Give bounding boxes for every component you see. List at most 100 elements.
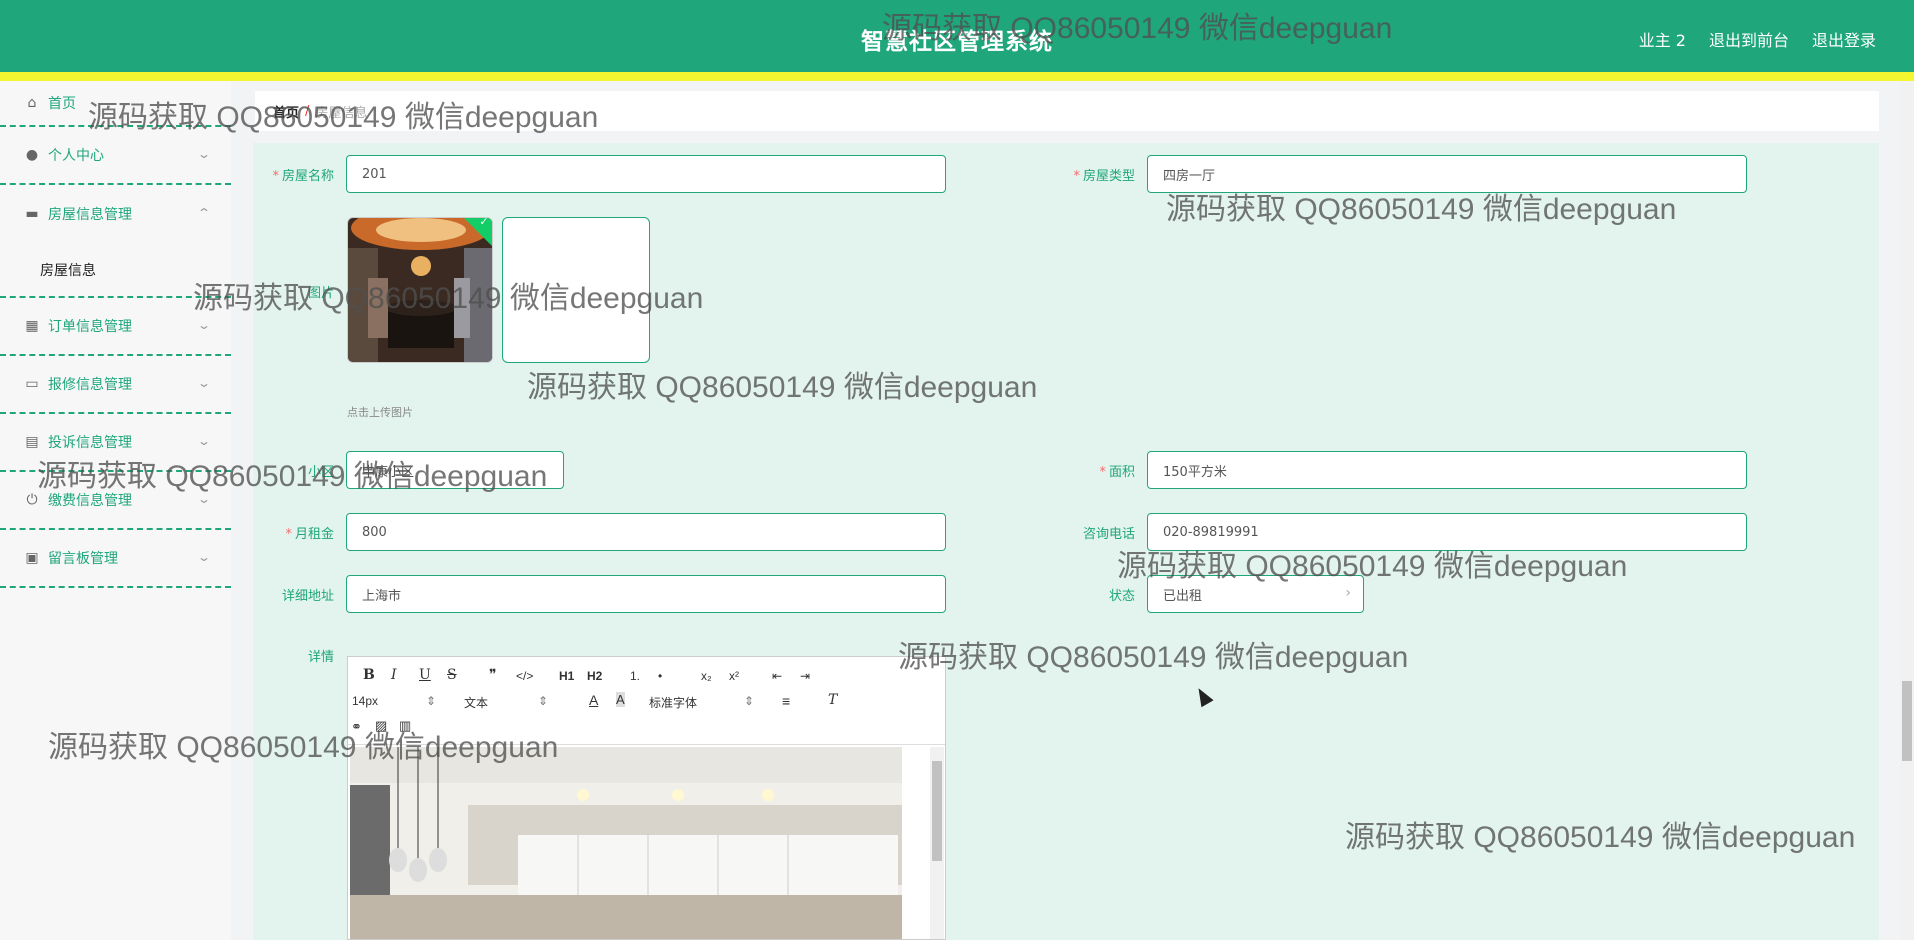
sidebar-item-label: 缴费信息管理 bbox=[48, 493, 132, 509]
outdent-button[interactable]: ⇤ bbox=[772, 669, 782, 683]
sidebar-item-personal[interactable]: ● 个人中心 ⌄ bbox=[0, 127, 231, 185]
chevron-down-icon: ⌄ bbox=[196, 318, 212, 332]
chevron-up-icon: ⌃ bbox=[196, 206, 212, 220]
app-title: 智慧社区管理系统 bbox=[861, 29, 1053, 55]
chevron-down-icon: ⌄ bbox=[196, 492, 212, 506]
rent-label: * 月租金 bbox=[285, 527, 334, 542]
address-label: 详细地址 bbox=[281, 589, 334, 604]
h1-button[interactable]: H1 bbox=[559, 669, 574, 683]
status-value: 已出租 bbox=[1163, 588, 1203, 604]
indent-button[interactable]: ⇥ bbox=[800, 669, 810, 683]
sidebar-item-house[interactable]: ▬ 房屋信息管理 ⌃ bbox=[0, 185, 231, 243]
address-input[interactable]: 上海市 bbox=[346, 575, 946, 613]
bold-button[interactable]: B bbox=[363, 667, 375, 683]
area-input[interactable]: 150平方米 bbox=[1147, 451, 1747, 489]
sidebar-subitem-house-info[interactable]: 房屋信息 bbox=[0, 243, 231, 298]
user-icon: ● bbox=[25, 147, 39, 163]
code-button[interactable]: </> bbox=[516, 669, 533, 683]
select-arrows-icon: ⇕ bbox=[538, 694, 549, 708]
select-arrows-icon: ⇕ bbox=[744, 694, 755, 708]
sidebar-item-payments[interactable]: ⏻ 缴费信息管理 ⌄ bbox=[0, 472, 231, 530]
house-type-input[interactable]: 四房一厅 bbox=[1147, 155, 1747, 193]
ticket-icon: ▬ bbox=[25, 206, 39, 222]
italic-button[interactable]: I bbox=[391, 667, 397, 683]
chevron-down-icon: ⌄ bbox=[196, 434, 212, 448]
area-label: * 面积 bbox=[1099, 465, 1135, 480]
upload-hint: 点击上传图片 bbox=[347, 406, 413, 419]
phone-label: 咨询电话 bbox=[1082, 527, 1135, 542]
community-label: 小区 bbox=[307, 465, 334, 480]
video-insert-icon[interactable]: ▥ bbox=[399, 718, 411, 734]
editor-content[interactable] bbox=[348, 745, 945, 939]
subscript-button[interactable]: x₂ bbox=[701, 669, 712, 683]
sidebar-item-repairs[interactable]: ▭ 报修信息管理 ⌄ bbox=[0, 356, 231, 414]
kitchen-photo bbox=[348, 745, 908, 939]
sidebar-item-label: 留言板管理 bbox=[48, 551, 118, 567]
link-icon[interactable]: ⚭ bbox=[351, 719, 362, 735]
sidebar-item-label: 报修信息管理 bbox=[48, 377, 132, 393]
image-insert-icon[interactable]: ▨ bbox=[375, 718, 387, 734]
font-color-icon[interactable]: A bbox=[589, 692, 598, 708]
phone-input[interactable]: 020-89819991 bbox=[1147, 513, 1747, 551]
home-icon: ⌂ bbox=[27, 95, 37, 111]
check-icon: ✓ bbox=[479, 217, 489, 229]
font-size-select[interactable]: 14px bbox=[352, 694, 378, 708]
header-accent-bar bbox=[0, 72, 1914, 81]
page-scroll-thumb[interactable] bbox=[1902, 681, 1912, 761]
rent-input[interactable]: 800 bbox=[346, 513, 946, 551]
chat-icon: ▭ bbox=[25, 376, 39, 392]
image-label: 图片 bbox=[307, 286, 334, 301]
house-name-input[interactable]: 201 bbox=[346, 155, 946, 193]
grid-icon: ▦ bbox=[25, 318, 39, 334]
sidebar-item-complaints[interactable]: ▤ 投诉信息管理 ⌄ bbox=[0, 414, 231, 472]
clipboard-icon: ▣ bbox=[25, 550, 39, 566]
breadcrumb: 首页 / 房屋信息 bbox=[255, 91, 1879, 131]
status-label: 状态 bbox=[1108, 589, 1135, 604]
strike-button[interactable]: S bbox=[447, 667, 457, 683]
briefcase-icon: ▤ bbox=[25, 434, 39, 450]
bullet-list-button[interactable]: • bbox=[658, 669, 662, 683]
sidebar-item-home[interactable]: ⌂ 首页 bbox=[0, 81, 231, 127]
breadcrumb-current: 房屋信息 bbox=[315, 105, 368, 121]
block-type-select[interactable]: 文本 bbox=[464, 694, 488, 711]
house-name-label: * 房屋名称 bbox=[272, 169, 334, 184]
community-input[interactable]: 中康小区 bbox=[346, 451, 564, 489]
editor-scrollbar[interactable] bbox=[930, 747, 944, 939]
user-name-link[interactable]: 业主 2 bbox=[1639, 27, 1686, 51]
chevron-down-icon: ⌄ bbox=[196, 147, 212, 161]
sidebar-item-orders[interactable]: ▦ 订单信息管理 ⌄ bbox=[0, 298, 231, 356]
ordered-list-button[interactable]: 1. bbox=[630, 669, 640, 683]
status-select[interactable]: 已出租 › bbox=[1147, 575, 1364, 613]
room-photo bbox=[348, 218, 492, 362]
clear-format-icon[interactable]: T bbox=[828, 692, 837, 708]
sidebar: ⌂ 首页 ● 个人中心 ⌄ ▬ 房屋信息管理 ⌃ 房屋信息 ▦ 订单信息管理 ⌄… bbox=[0, 81, 231, 940]
back-to-frontend-link[interactable]: 退出到前台 bbox=[1709, 27, 1789, 51]
house-type-label: * 房屋类型 bbox=[1073, 169, 1135, 184]
uploaded-image-thumbnail[interactable]: ✓ bbox=[347, 217, 493, 363]
rich-text-editor[interactable]: B I U S ❞ </> H1 H2 1. • x₂ x² ⇤ ⇥ 14px … bbox=[347, 656, 946, 940]
sidebar-item-label: 投诉信息管理 bbox=[48, 435, 132, 451]
sidebar-item-label: 首页 bbox=[48, 96, 76, 112]
h2-button[interactable]: H2 bbox=[587, 669, 602, 683]
background-color-icon[interactable]: A bbox=[616, 692, 625, 707]
font-family-select[interactable]: 标准字体 bbox=[649, 694, 697, 711]
sidebar-item-label: 房屋信息管理 bbox=[48, 207, 132, 223]
blockquote-button[interactable]: ❞ bbox=[489, 667, 497, 683]
align-icon[interactable]: ≡ bbox=[782, 693, 790, 709]
breadcrumb-separator: / bbox=[305, 103, 310, 119]
select-arrows-icon: ⇕ bbox=[426, 694, 437, 708]
breadcrumb-home[interactable]: 首页 bbox=[273, 102, 299, 121]
chevron-right-icon: › bbox=[1345, 585, 1351, 601]
underline-button[interactable]: U bbox=[419, 667, 431, 683]
editor-toolbar: B I U S ❞ </> H1 H2 1. • x₂ x² ⇤ ⇥ 14px … bbox=[348, 657, 945, 745]
upload-image-button[interactable] bbox=[502, 217, 650, 363]
logout-link[interactable]: 退出登录 bbox=[1812, 27, 1876, 51]
top-header: 智慧社区管理系统 业主 2 退出到前台 退出登录 bbox=[0, 0, 1914, 81]
chevron-down-icon: ⌄ bbox=[196, 550, 212, 564]
superscript-button[interactable]: x² bbox=[729, 669, 739, 683]
page-scrollbar[interactable] bbox=[1900, 81, 1914, 940]
header-links: 业主 2 退出到前台 退出登录 bbox=[1639, 27, 1876, 51]
detail-label: 详情 bbox=[307, 650, 334, 665]
editor-scroll-thumb[interactable] bbox=[932, 761, 942, 861]
sidebar-item-messages[interactable]: ▣ 留言板管理 ⌄ bbox=[0, 530, 231, 588]
